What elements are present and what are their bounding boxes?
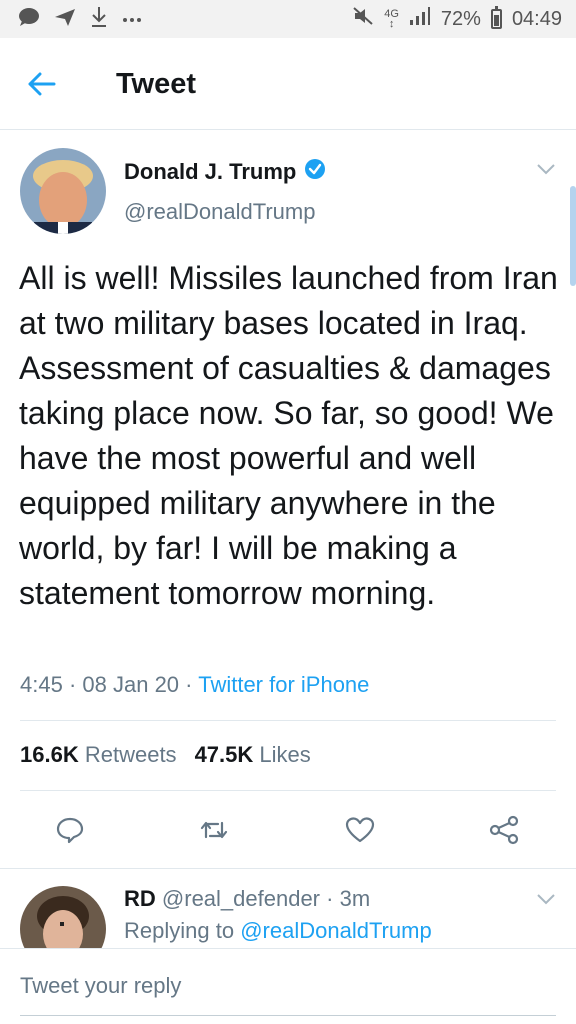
meta-separator: · <box>185 672 193 697</box>
replying-to-label: Replying to <box>124 918 235 943</box>
likes-count: 47.5K <box>194 742 254 767</box>
app-header: Tweet <box>0 38 576 130</box>
tweet-source-link[interactable]: Twitter for iPhone <box>198 672 369 697</box>
replying-to: Replying to @realDonaldTrump <box>124 918 432 944</box>
retweet-icon <box>199 817 229 848</box>
divider <box>0 868 576 869</box>
message-icon <box>18 7 40 32</box>
compose-reply-bar: Tweet your reply <box>0 948 576 1024</box>
share-button[interactable] <box>482 810 526 854</box>
tweet-text: All is well! Missiles launched from Iran… <box>19 260 558 611</box>
share-icon <box>488 815 520 850</box>
meta-separator: · <box>68 672 77 697</box>
page-title: Tweet <box>116 68 197 100</box>
likes-label: Likes <box>259 742 311 767</box>
back-arrow-icon <box>28 72 56 101</box>
scroll-indicator <box>570 186 576 286</box>
tweet-actions <box>0 804 576 856</box>
author-handle[interactable]: @realDonaldTrump <box>124 199 315 225</box>
divider <box>20 790 556 791</box>
likes-stat[interactable]: 47.5K Likes <box>195 742 311 768</box>
retweet-button[interactable] <box>192 810 236 854</box>
reply-author-handle[interactable]: @real_defender <box>162 886 320 911</box>
reply-menu-chevron-icon[interactable] <box>536 892 556 906</box>
reply-header: RD @real_defender · 3m <box>124 886 370 912</box>
replying-to-mention[interactable]: @realDonaldTrump <box>240 918 431 943</box>
author-name-row: Donald J. Trump <box>124 158 326 185</box>
author-display-name[interactable]: Donald J. Trump <box>124 159 296 185</box>
more-dots-icon <box>122 10 142 28</box>
system-indicators: 4G ↕ 72% 04:49 <box>352 6 562 32</box>
signal-icon <box>409 6 431 32</box>
status-bar: 4G ↕ 72% 04:49 <box>0 0 576 38</box>
reply-bubble-icon <box>55 816 85 849</box>
download-icon <box>90 6 108 33</box>
clock: 04:49 <box>511 7 562 30</box>
retweets-label: Retweets <box>84 742 177 767</box>
retweets-count: 16.6K <box>20 742 79 767</box>
verified-badge-icon <box>304 158 326 185</box>
reply-author-name[interactable]: RD <box>124 886 156 911</box>
retweets-stat[interactable]: 16.6K Retweets <box>20 742 177 768</box>
like-button[interactable] <box>338 810 382 854</box>
notification-icons <box>18 6 142 32</box>
reply-timestamp: · 3m <box>326 886 371 911</box>
battery-percent: 72% <box>440 7 481 30</box>
battery-icon <box>490 6 502 29</box>
mute-icon <box>352 6 374 32</box>
reply-input[interactable]: Tweet your reply <box>20 973 181 999</box>
tweet-menu-chevron-icon[interactable] <box>536 162 556 176</box>
tweet-time: 4:45 <box>20 672 63 697</box>
tweet-meta: 4:45 · 08 Jan 20 · Twitter for iPhone <box>20 672 369 698</box>
divider <box>20 720 556 721</box>
heart-icon <box>345 816 375 849</box>
author-avatar[interactable] <box>20 148 106 234</box>
back-button[interactable] <box>20 64 64 108</box>
send-icon <box>54 7 76 32</box>
tweet-date: 08 Jan 20 <box>82 672 180 697</box>
reply-input-underline <box>20 1015 556 1016</box>
network-4g-icon: 4G ↕ <box>384 8 399 30</box>
tweet-stats: 16.6K Retweets 47.5K Likes <box>20 742 311 768</box>
reply-button[interactable] <box>48 810 92 854</box>
network-label: 4G <box>384 8 399 20</box>
